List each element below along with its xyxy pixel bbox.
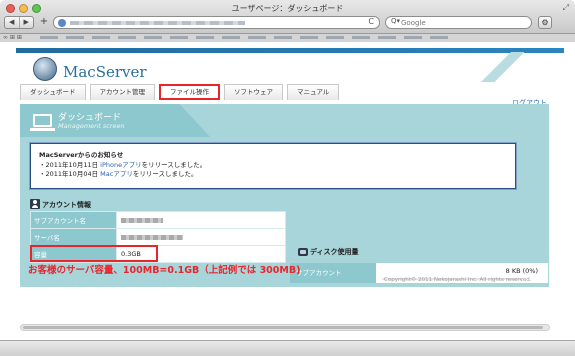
favicon-icon [58,19,66,27]
title-bar: ユーザページ：ダッシュボード ⤢ ◀ ▶ + C Q▾ ⚙ [0,0,575,34]
address-text-redacted [70,21,245,25]
macserver-logo-icon [33,57,57,81]
search-icon: Q▾ [391,17,401,25]
scroll-thumb[interactable] [23,326,543,329]
back-icon[interactable]: ◀ [5,17,20,28]
account-table: サブアカウント名 サーバ名 容量 0.3GB [30,211,286,263]
mac-app-link[interactable]: Macアプリ [100,170,133,178]
table-row: サーバ名 [30,228,286,246]
dashboard-header: ダッシュボード Management screen [20,104,210,137]
notice-item: ・2011年10月04日 Macアプリをリリースしました。 [39,170,507,179]
notice-box: MacServerからのお知らせ ・2011年10月11日 iPhoneアプリを… [30,143,516,189]
bookmarks-redacted [40,36,450,39]
bookmarks-bar: ∞ ⊞ ⊞ [0,34,575,42]
bookmarks-icons[interactable]: ∞ ⊞ ⊞ [3,34,22,41]
main-nav: ダッシュボード アカウント管理 ファイル操作 ソフトウェア マニュアル [20,84,530,102]
copyright: Copyright© 2011 Nekojarashi Inc. All rig… [384,277,532,283]
notice-title: MacServerからのお知らせ [39,151,124,159]
account-title: アカウント情報 [42,201,91,209]
reload-icon[interactable]: C [368,17,374,26]
person-icon [30,199,40,209]
notice-text: をリリースしました。 [141,161,207,169]
notice-date: ・2011年10月04日 [39,170,101,178]
fullscreen-icon[interactable]: ⤢ [563,3,569,13]
status-bar [0,340,575,356]
nav-buttons: ◀ ▶ [4,16,34,29]
add-bookmark-icon[interactable]: + [38,16,50,29]
site-logo: MacServer [63,63,147,81]
dashboard-subtitle: Management screen [58,122,125,130]
tab-dashboard[interactable]: ダッシュボード [20,84,86,100]
disk-icon [298,248,308,256]
row-key: サブアカウント名 [30,211,117,229]
table-row: 容量 0.3GB [30,245,286,263]
monitor-icon [30,114,55,131]
decorative-swoosh [470,52,530,82]
window-title: ユーザページ：ダッシュボード [231,4,344,13]
settings-gear-icon[interactable]: ⚙ [538,16,552,29]
notice-text: をリリースしました。 [132,170,198,178]
tab-account-management[interactable]: アカウント管理 [89,84,155,100]
iphone-app-link[interactable]: iPhoneアプリ [100,161,141,169]
tab-manual[interactable]: マニュアル [287,84,340,100]
capacity-value: 0.3GB [116,245,286,263]
tab-software[interactable]: ソフトウェア [224,84,283,100]
tab-file-operations[interactable]: ファイル操作 [159,84,220,100]
notice-date: ・2011年10月11日 [39,161,101,169]
disk-label: サブアカウント [290,263,376,283]
row-value-redacted [116,211,286,229]
disk-title: ディスク使用量 [310,248,359,256]
browser-window: ユーザページ：ダッシュボード ⤢ ◀ ▶ + C Q▾ ⚙ ∞ ⊞ ⊞ [0,0,575,356]
search-input[interactable] [401,18,521,28]
table-row: サブアカウント名 [30,211,286,229]
notice-item: ・2011年10月11日 iPhoneアプリをリリースしました。 [39,161,507,170]
row-value-redacted [116,228,286,246]
page-content: MacServer ダッシュボード アカウント管理 ファイル操作 ソフトウェア … [0,42,575,356]
row-key: 容量 [30,245,117,263]
browser-toolbar: ◀ ▶ + C Q▾ ⚙ [0,15,575,33]
row-key: サーバ名 [30,228,117,246]
address-bar[interactable]: C [53,16,380,29]
capacity-caption: お客様のサーバ容量、100MB=0.1GB（上記例では 300MB) [28,265,301,276]
horizontal-scrollbar[interactable] [20,324,550,331]
forward-icon[interactable]: ▶ [20,17,34,28]
disk-value: 8 KB (0%) [505,267,538,275]
dashboard-panel: ダッシュボード Management screen MacServerからのお知… [20,104,549,287]
search-field[interactable]: Q▾ [385,16,532,29]
